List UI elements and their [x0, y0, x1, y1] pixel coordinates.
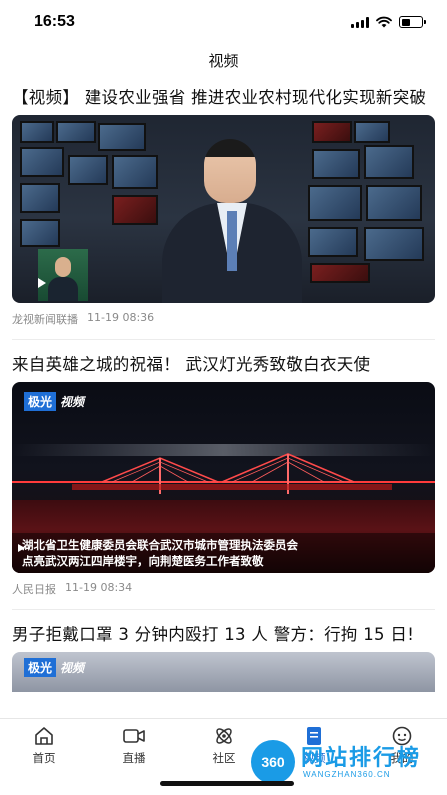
video-thumbnail[interactable]: 极光 视频 湖北省卫生健康委员会联合武汉市城市管理执法委员会 点亮武汉两江四岸楼…: [12, 382, 435, 573]
watermark-logo: 360: [251, 740, 295, 784]
article-item[interactable]: 【视频】 建设农业强省 推进农业农村现代化实现新突破 龙视新闻联播 11-19 …: [0, 86, 447, 327]
article-timestamp: 11-19 08:34: [65, 581, 133, 594]
cellular-signal-icon: [351, 16, 369, 28]
caption-line-2: 点亮武汉两江四岸楼宇，向荆楚医务工作者致敬: [22, 554, 264, 568]
article-item[interactable]: 来自英雄之城的祝福！ 武汉灯光秀致敬白衣天使 极光 视频 湖北省卫生健康委员会联…: [0, 353, 447, 597]
tab-home[interactable]: 首页: [14, 725, 74, 766]
article-title[interactable]: 【视频】 建设农业强省 推进农业农村现代化实现新突破: [12, 86, 435, 109]
article-item[interactable]: 男子拒戴口罩 3 分钟内殴打 13 人 警方：行拘 15 日! 极光 视频: [0, 623, 447, 692]
status-icons: [351, 16, 426, 28]
channel-badge: 极光 视频: [24, 392, 88, 411]
wifi-icon: [376, 16, 392, 28]
watermark-subtext: WANGZHAN360.CN: [303, 770, 391, 779]
divider: [12, 339, 435, 340]
badge-primary: 极光: [24, 658, 57, 677]
article-timestamp: 11-19 08:36: [87, 311, 155, 324]
divider: [12, 609, 435, 610]
article-title[interactable]: 来自英雄之城的祝福！ 武汉灯光秀致敬白衣天使: [12, 353, 435, 376]
tab-label: 社区: [212, 751, 236, 765]
news-anchor: [162, 137, 302, 303]
tab-label: 直播: [122, 751, 146, 765]
watermark-text: 网站排行榜: [301, 746, 422, 771]
video-thumbnail[interactable]: 极光 视频: [12, 652, 435, 692]
video-feed[interactable]: 【视频】 建设农业强省 推进农业农村现代化实现新突破 龙视新闻联播 11-19 …: [0, 86, 447, 692]
play-icon[interactable]: [18, 544, 25, 552]
tab-community[interactable]: 社区: [194, 725, 254, 766]
home-indicator: [160, 781, 294, 786]
picture-in-picture: [38, 249, 88, 301]
tab-label: 首页: [32, 751, 56, 765]
article-source: 人民日报: [12, 583, 56, 596]
badge-secondary: 视频: [60, 395, 85, 409]
article-source: 龙视新闻联播: [12, 313, 78, 326]
status-time: 16:53: [34, 13, 75, 30]
status-bar: 16:53: [0, 0, 447, 44]
article-title[interactable]: 男子拒戴口罩 3 分钟内殴打 13 人 警方：行拘 15 日!: [12, 623, 435, 646]
badge-primary: 极光: [24, 392, 57, 411]
community-icon: [194, 725, 254, 747]
page-title: 视频: [208, 52, 239, 70]
article-meta: 人民日报 11-19 08:34: [12, 581, 435, 597]
video-camera-icon: [104, 725, 164, 747]
home-icon: [14, 725, 74, 747]
caption-line-1: 湖北省卫生健康委员会联合武汉市城市管理执法委员会: [22, 538, 298, 552]
battery-icon: [399, 16, 426, 28]
tab-live[interactable]: 直播: [104, 725, 164, 766]
channel-badge: 极光 视频: [24, 658, 88, 677]
play-icon[interactable]: [38, 278, 46, 288]
video-thumbnail[interactable]: [12, 115, 435, 303]
video-caption: 湖北省卫生健康委员会联合武汉市城市管理执法委员会 点亮武汉两江四岸楼宇，向荆楚医…: [12, 533, 435, 573]
article-meta: 龙视新闻联播 11-19 08:36: [12, 311, 435, 327]
badge-secondary: 视频: [60, 661, 85, 675]
